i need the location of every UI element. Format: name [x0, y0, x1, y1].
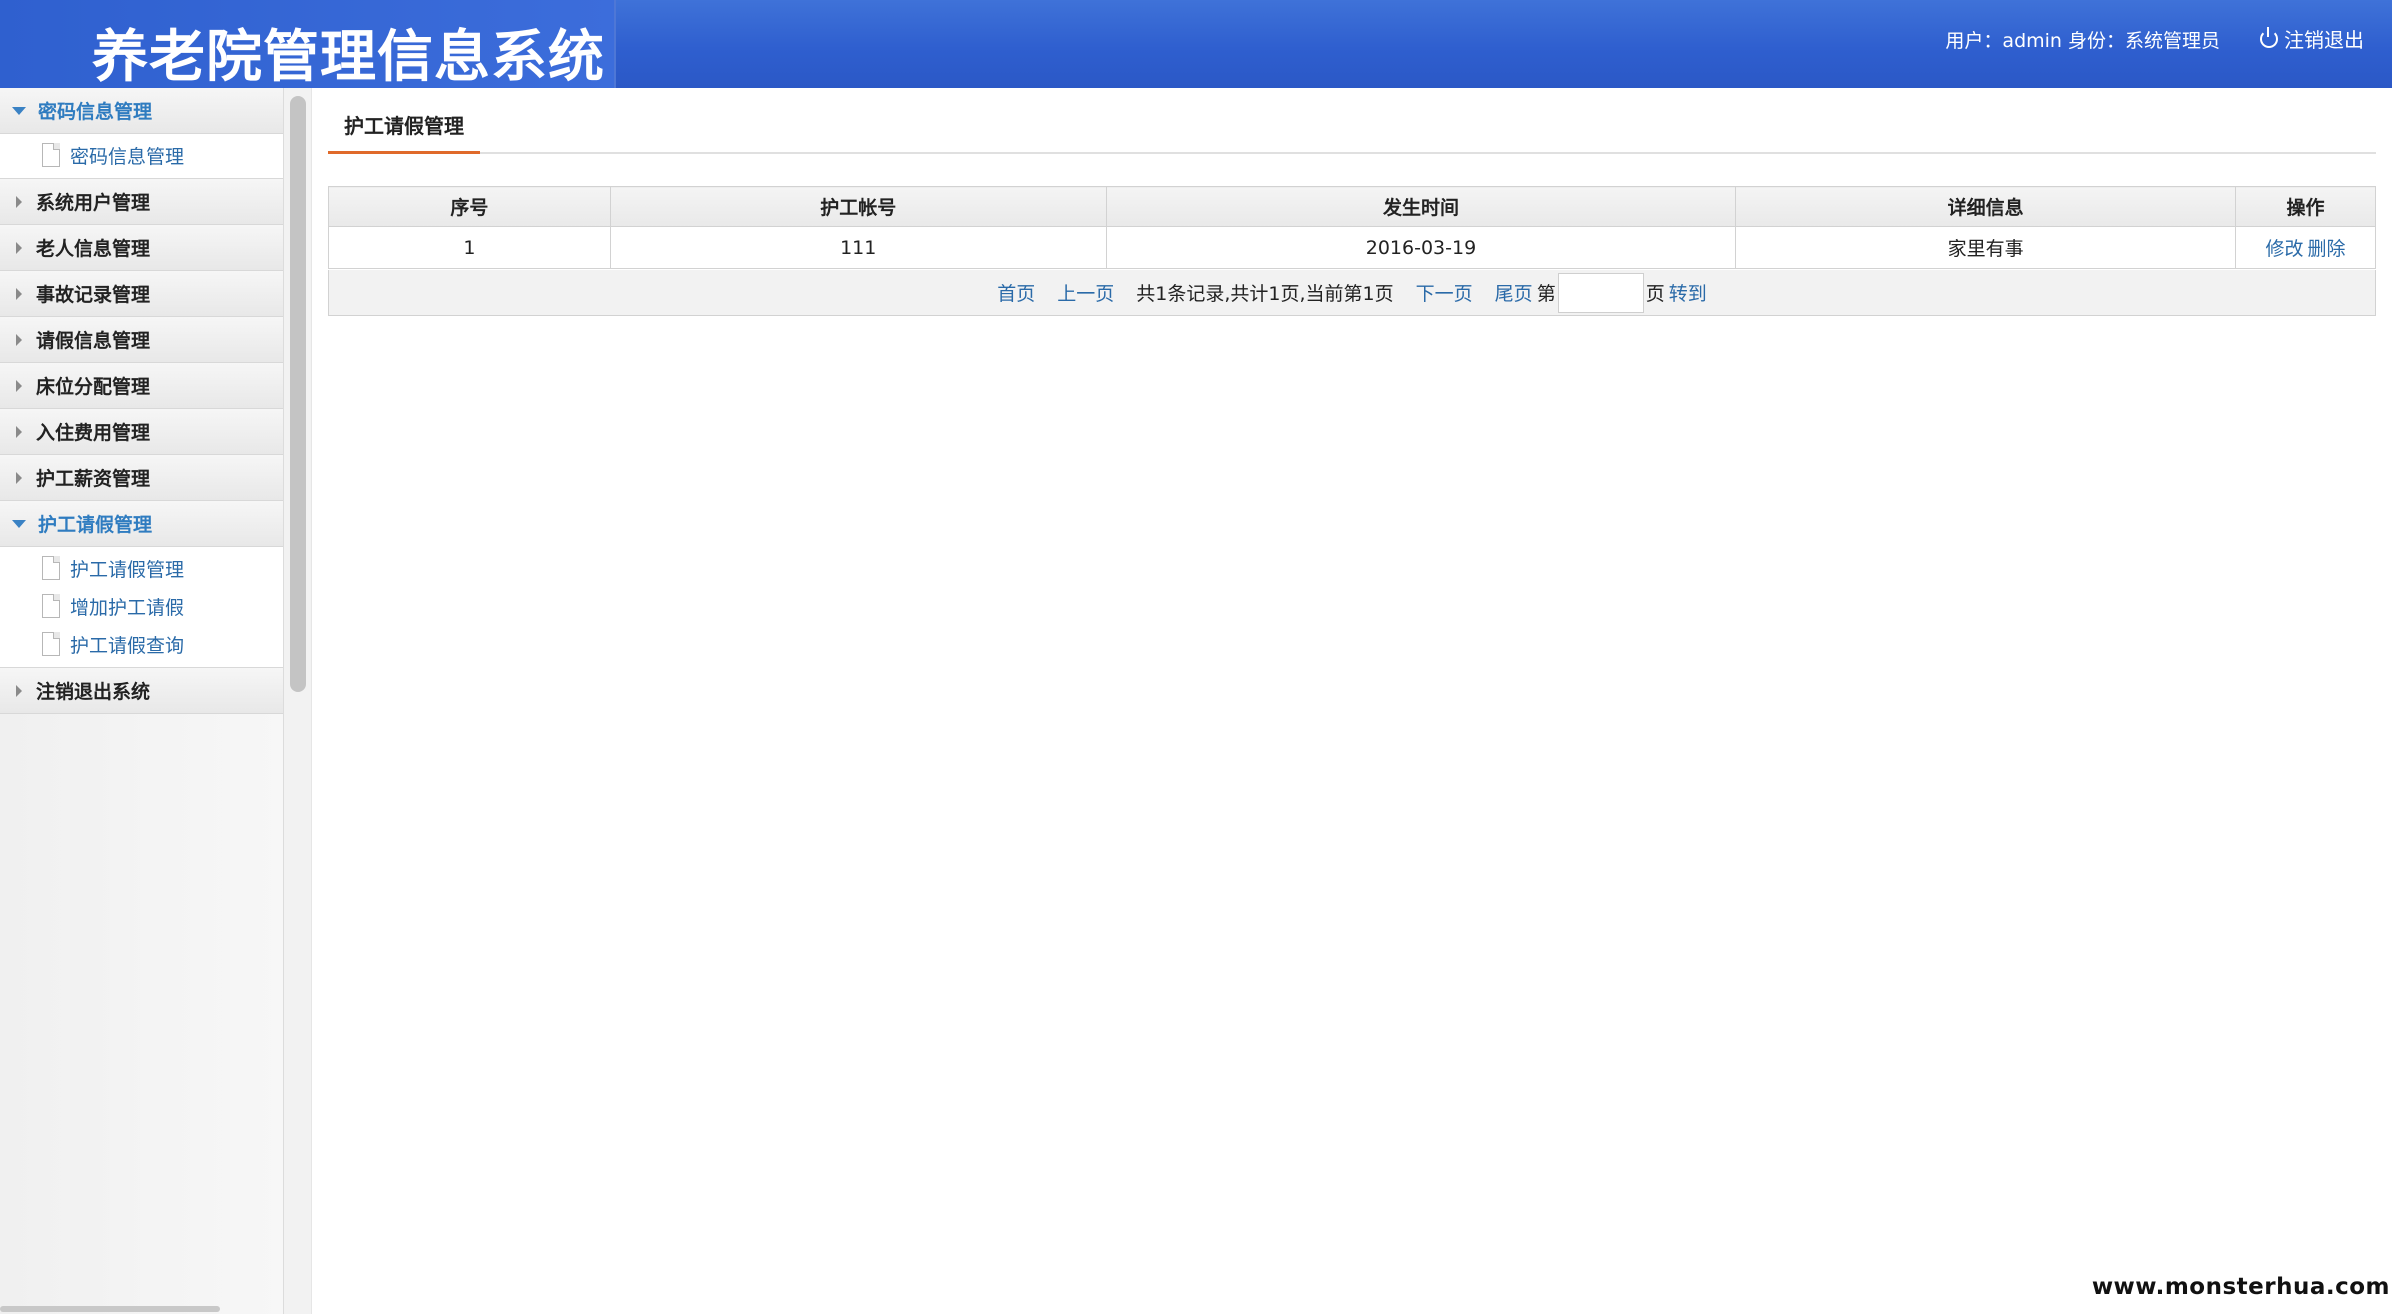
power-icon: [2260, 26, 2278, 48]
sidebar-menu: 密码信息管理 密码信息管理 系统用户管理 老人信息管理 事故记录管理 请假信息管理 床位分配…: [0, 88, 283, 714]
edit-link[interactable]: 修改: [2266, 238, 2304, 260]
prev-page-link[interactable]: 上一页: [1057, 279, 1114, 306]
sidebar-group-1[interactable]: 系统用户管理: [0, 179, 283, 225]
last-page-link[interactable]: 尾页: [1495, 279, 1533, 306]
sidebar-group-label: 床位分配管理: [36, 376, 151, 398]
page-icon: [42, 632, 60, 656]
sidebar-group-8[interactable]: 护工请假管理: [0, 501, 283, 547]
collapsed-arrow-icon: [16, 333, 22, 346]
user-info: 用户：admin 身份：系统管理员: [1945, 30, 2220, 52]
app-title: 养老院管理信息系统: [92, 25, 605, 88]
sidebar-item[interactable]: 增加护工请假: [0, 587, 283, 625]
leave-table: 序号 护工帐号 发生时间 详细信息 操作 1 111 2016-03-19 家里…: [328, 186, 2376, 269]
sidebar-item-label: 护工请假查询: [70, 634, 185, 657]
cell-detail: 家里有事: [1735, 226, 2237, 269]
collapsed-arrow-icon: [16, 684, 22, 697]
page-icon: [42, 556, 60, 580]
sidebar-group-label: 入住费用管理: [36, 422, 151, 444]
collapsed-arrow-icon: [16, 471, 22, 484]
sidebar-item-label: 护工请假管理: [70, 558, 185, 581]
cell-index: 1: [328, 226, 611, 269]
sidebar-group-label: 请假信息管理: [36, 330, 151, 352]
collapsed-arrow-icon: [16, 379, 22, 392]
pagination-bar: 首页 上一页 共1条记录,共计1页,当前第1页 下一页 尾页 第 页 转到: [328, 270, 2376, 316]
pager-summary: 共1条记录,共计1页,当前第1页: [1136, 283, 1394, 305]
logout-button[interactable]: 注销退出: [2260, 24, 2364, 53]
sidebar-group-6[interactable]: 入住费用管理: [0, 409, 283, 455]
cell-time: 2016-03-19: [1105, 226, 1737, 269]
column-header-index: 序号: [328, 186, 611, 227]
sidebar-group-5[interactable]: 床位分配管理: [0, 363, 283, 409]
collapsed-arrow-icon: [16, 287, 22, 300]
logout-label: 注销退出: [2284, 28, 2364, 52]
cell-account: 111: [609, 226, 1107, 269]
sidebar-item[interactable]: 护工请假查询: [0, 625, 283, 663]
sidebar: 密码信息管理 密码信息管理 系统用户管理 老人信息管理 事故记录管理 请假信息管理 床位分配…: [0, 88, 284, 1314]
column-header-actions: 操作: [2235, 186, 2376, 227]
sidebar-horizontal-scrollbar[interactable]: [0, 1306, 220, 1312]
sidebar-group-label: 老人信息管理: [36, 238, 151, 260]
page-number-input[interactable]: [1557, 272, 1644, 313]
table-row: 1 111 2016-03-19 家里有事 修改 删除: [328, 226, 2376, 269]
delete-link[interactable]: 删除: [2308, 238, 2346, 260]
go-to-page-link[interactable]: 转到: [1669, 279, 1707, 306]
sidebar-item-label: 密码信息管理: [70, 145, 185, 168]
column-header-detail: 详细信息: [1735, 186, 2237, 227]
watermark: www.monsterhua.com: [2091, 1274, 2390, 1300]
cell-actions: 修改 删除: [2235, 226, 2376, 269]
next-page-link[interactable]: 下一页: [1416, 279, 1473, 306]
column-header-time: 发生时间: [1105, 186, 1737, 227]
sidebar-group-label: 注销退出系统: [36, 681, 151, 703]
sidebar-group-4[interactable]: 请假信息管理: [0, 317, 283, 363]
sidebar-group-3[interactable]: 事故记录管理: [0, 271, 283, 317]
sidebar-group-2[interactable]: 老人信息管理: [0, 225, 283, 271]
expanded-arrow-icon: [12, 106, 26, 115]
sidebar-group-7[interactable]: 护工薪资管理: [0, 455, 283, 501]
sidebar-submenu: 密码信息管理: [0, 134, 283, 179]
collapsed-arrow-icon: [16, 241, 22, 254]
sidebar-item-label: 增加护工请假: [70, 596, 185, 619]
page-icon: [42, 594, 60, 618]
sidebar-group-label: 系统用户管理: [36, 192, 151, 214]
sidebar-submenu: 护工请假管理 增加护工请假 护工请假查询: [0, 547, 283, 668]
page-suffix: 页: [1645, 283, 1665, 305]
collapsed-arrow-icon: [16, 425, 22, 438]
sidebar-group-label: 密码信息管理: [38, 101, 153, 123]
sidebar-group-label: 护工请假管理: [38, 514, 153, 536]
expanded-arrow-icon: [12, 519, 26, 528]
main-content: 护工请假管理 序号 护工帐号 发生时间 详细信息 操作 1 111 2016-0…: [328, 88, 2376, 1314]
top-header: 养老院管理信息系统 用户：admin 身份：系统管理员 注销退出: [0, 0, 2392, 88]
tab-nurse-leave-management[interactable]: 护工请假管理: [328, 108, 480, 154]
collapsed-arrow-icon: [16, 195, 22, 208]
sidebar-item[interactable]: 密码信息管理: [0, 136, 283, 174]
first-page-link[interactable]: 首页: [997, 279, 1035, 306]
sidebar-item[interactable]: 护工请假管理: [0, 549, 283, 587]
sidebar-group-label: 护工薪资管理: [36, 468, 151, 490]
page-icon: [42, 143, 60, 167]
sidebar-scrollbar-thumb[interactable]: [290, 96, 306, 692]
sidebar-group-9[interactable]: 注销退出系统: [0, 668, 283, 714]
column-header-account: 护工帐号: [609, 186, 1107, 227]
sidebar-group-0[interactable]: 密码信息管理: [0, 88, 283, 134]
sidebar-group-label: 事故记录管理: [36, 284, 151, 306]
page-prefix: 第: [1536, 283, 1556, 305]
page-tab-bar: 护工请假管理: [328, 108, 2376, 154]
table-header-row: 序号 护工帐号 发生时间 详细信息 操作: [328, 186, 2376, 227]
